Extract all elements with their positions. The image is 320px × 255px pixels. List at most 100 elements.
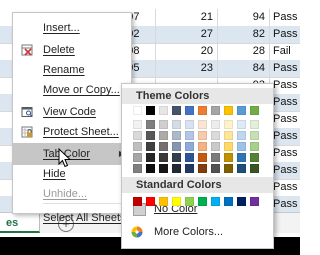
table-cell[interactable]: 23 bbox=[156, 60, 218, 77]
theme-shade-swatch[interactable] bbox=[133, 131, 142, 140]
theme-color-swatch[interactable] bbox=[185, 106, 194, 115]
table-cell[interactable]: 84 bbox=[218, 60, 270, 77]
theme-shade-swatch[interactable] bbox=[224, 120, 233, 129]
theme-shade-swatch[interactable] bbox=[250, 120, 259, 129]
table-cell[interactable]: Pass bbox=[270, 60, 300, 77]
standard-color-swatch[interactable] bbox=[172, 197, 181, 206]
theme-shade-swatch[interactable] bbox=[250, 153, 259, 162]
theme-color-swatch[interactable] bbox=[211, 106, 220, 115]
theme-shade-swatch[interactable] bbox=[133, 153, 142, 162]
theme-shade-swatch[interactable] bbox=[185, 131, 194, 140]
theme-shade-swatch[interactable] bbox=[211, 164, 220, 173]
theme-shade-swatch[interactable] bbox=[146, 131, 155, 140]
theme-shade-swatch[interactable] bbox=[250, 164, 259, 173]
menu-item-insert[interactable]: Insert... bbox=[13, 17, 131, 39]
menu-item-tab-color[interactable]: Tab Color▶ bbox=[13, 143, 131, 165]
theme-shade-swatch[interactable] bbox=[185, 164, 194, 173]
theme-color-swatch[interactable] bbox=[237, 106, 246, 115]
theme-shade-swatch[interactable] bbox=[146, 142, 155, 151]
theme-shade-swatch[interactable] bbox=[250, 142, 259, 151]
theme-shade-swatch[interactable] bbox=[133, 120, 142, 129]
standard-color-swatch[interactable] bbox=[250, 197, 259, 206]
standard-color-swatch[interactable] bbox=[146, 197, 155, 206]
theme-shade-swatch[interactable] bbox=[224, 142, 233, 151]
theme-color-swatch[interactable] bbox=[224, 106, 233, 115]
theme-shade-swatch[interactable] bbox=[159, 164, 168, 173]
theme-color-swatch[interactable] bbox=[159, 106, 168, 115]
theme-shade-swatch[interactable] bbox=[172, 153, 181, 162]
theme-shade-swatch[interactable] bbox=[185, 120, 194, 129]
table-cell[interactable]: Pass bbox=[270, 179, 300, 196]
table-cell[interactable]: Pass bbox=[270, 111, 300, 128]
table-cell[interactable]: 94 bbox=[218, 9, 270, 26]
theme-shade-swatch[interactable] bbox=[224, 153, 233, 162]
standard-color-swatch[interactable] bbox=[159, 197, 168, 206]
menu-item-move-or-copy[interactable]: Move or Copy... bbox=[13, 79, 131, 101]
theme-shade-swatch[interactable] bbox=[250, 131, 259, 140]
more-colors-option[interactable]: More Colors... bbox=[122, 221, 273, 243]
standard-color-swatch[interactable] bbox=[198, 197, 207, 206]
table-cell[interactable]: Pass bbox=[270, 145, 300, 162]
table-cell[interactable]: Pass bbox=[270, 162, 300, 179]
table-cell[interactable]: 82 bbox=[218, 26, 270, 43]
menu-item-hide[interactable]: Hide bbox=[13, 163, 131, 185]
theme-shade-swatch[interactable] bbox=[159, 131, 168, 140]
theme-shade-swatch[interactable] bbox=[172, 120, 181, 129]
theme-shade-swatch[interactable] bbox=[198, 142, 207, 151]
theme-shade-swatch[interactable] bbox=[185, 142, 194, 151]
table-cell[interactable]: 21 bbox=[156, 9, 218, 26]
theme-shade-swatch[interactable] bbox=[172, 131, 181, 140]
table-cell[interactable]: 27 bbox=[156, 26, 218, 43]
theme-shade-swatch[interactable] bbox=[159, 142, 168, 151]
table-cell[interactable]: Pass bbox=[270, 128, 300, 145]
table-cell[interactable]: Pass bbox=[270, 94, 300, 111]
theme-shade-swatch[interactable] bbox=[198, 120, 207, 129]
theme-shade-swatch[interactable] bbox=[146, 164, 155, 173]
theme-shade-swatch[interactable] bbox=[198, 131, 207, 140]
menu-item-view-code[interactable]: View Code bbox=[13, 101, 131, 123]
theme-color-swatch[interactable] bbox=[250, 106, 259, 115]
theme-color-swatch[interactable] bbox=[198, 106, 207, 115]
table-cell[interactable]: Fail bbox=[270, 43, 300, 60]
theme-shade-swatch[interactable] bbox=[224, 131, 233, 140]
theme-shade-swatch[interactable] bbox=[159, 153, 168, 162]
theme-shade-swatch[interactable] bbox=[211, 120, 220, 129]
theme-shade-swatch[interactable] bbox=[224, 164, 233, 173]
menu-item-select-all-sheets[interactable]: Select All Sheets bbox=[13, 207, 131, 229]
theme-color-swatch[interactable] bbox=[146, 106, 155, 115]
menu-item-delete[interactable]: Delete bbox=[13, 39, 131, 61]
theme-shade-swatch[interactable] bbox=[172, 142, 181, 151]
theme-shade-swatch[interactable] bbox=[211, 153, 220, 162]
theme-color-swatch[interactable] bbox=[133, 106, 142, 115]
standard-color-swatch[interactable] bbox=[185, 197, 194, 206]
theme-shade-swatch[interactable] bbox=[211, 142, 220, 151]
theme-shade-swatch[interactable] bbox=[237, 120, 246, 129]
theme-shade-swatch[interactable] bbox=[146, 153, 155, 162]
table-cell[interactable]: Pass bbox=[270, 196, 300, 213]
theme-shade-swatch[interactable] bbox=[133, 142, 142, 151]
theme-shade-swatch[interactable] bbox=[237, 131, 246, 140]
theme-shade-swatch[interactable] bbox=[237, 164, 246, 173]
theme-shade-swatch[interactable] bbox=[133, 164, 142, 173]
table-cell[interactable]: 20 bbox=[156, 43, 218, 60]
standard-color-swatch[interactable] bbox=[237, 197, 246, 206]
menu-item-protect-sheet[interactable]: Protect Sheet... bbox=[13, 121, 131, 143]
theme-shade-swatch[interactable] bbox=[146, 120, 155, 129]
theme-shade-swatch[interactable] bbox=[185, 153, 194, 162]
theme-shade-swatch[interactable] bbox=[198, 164, 207, 173]
standard-color-swatch[interactable] bbox=[224, 197, 233, 206]
theme-shade-swatch[interactable] bbox=[237, 153, 246, 162]
theme-shade-swatch[interactable] bbox=[211, 131, 220, 140]
table-cell[interactable]: Pass bbox=[270, 26, 300, 43]
table-cell[interactable]: 28 bbox=[218, 43, 270, 60]
standard-color-swatch[interactable] bbox=[211, 197, 220, 206]
table-cell[interactable]: Pass bbox=[270, 77, 300, 94]
theme-shade-swatch[interactable] bbox=[172, 164, 181, 173]
theme-shade-swatch[interactable] bbox=[159, 120, 168, 129]
theme-shade-swatch[interactable] bbox=[237, 142, 246, 151]
theme-shade-swatch[interactable] bbox=[198, 153, 207, 162]
theme-color-swatch[interactable] bbox=[172, 106, 181, 115]
menu-item-rename[interactable]: Rename bbox=[13, 59, 131, 81]
standard-color-swatch[interactable] bbox=[133, 197, 142, 206]
table-cell[interactable]: Pass bbox=[270, 9, 300, 26]
